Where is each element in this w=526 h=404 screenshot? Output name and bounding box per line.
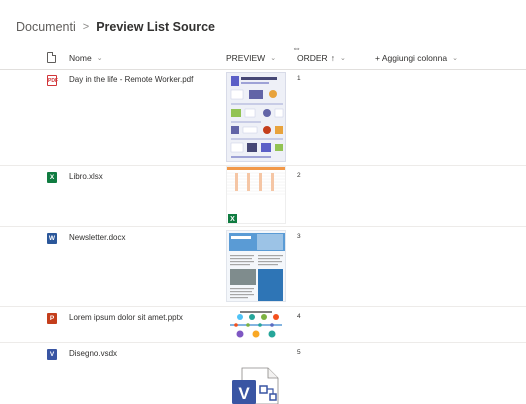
visio-thumbnail-graphic: V: [232, 367, 279, 404]
file-thumbnail: V: [226, 364, 286, 404]
add-column-label: + Aggiungi colonna: [375, 53, 448, 63]
chevron-down-icon: ⌄: [339, 55, 346, 62]
breadcrumb: Documenti > Preview List Source: [16, 20, 215, 34]
chevron-down-icon: ⌄: [96, 55, 103, 62]
breadcrumb-root-link[interactable]: Documenti: [16, 20, 76, 34]
list-column-header: Nome ⌄ PREVIEW ⌄ ⇔ ORDER ↑ ⌄ + Aggiungi …: [0, 43, 526, 70]
file-name[interactable]: Newsletter.docx: [69, 233, 125, 242]
file-thumbnail: [226, 308, 286, 340]
column-header-order-label: ORDER: [297, 53, 328, 63]
excel-icon: X: [47, 172, 57, 183]
powerpoint-icon: P: [47, 313, 57, 324]
column-header-preview[interactable]: PREVIEW ⌄: [226, 53, 276, 63]
visio-icon: V: [47, 349, 57, 360]
sort-ascending-icon: ↑: [330, 53, 335, 63]
list-row[interactable]: PDF Day in the life - Remote Worker.pdf: [0, 70, 526, 166]
spreadsheet-thumbnail-graphic: X: [227, 167, 285, 223]
order-value: 2: [297, 172, 301, 179]
order-value: 1: [297, 75, 301, 82]
column-header-preview-label: PREVIEW: [226, 53, 266, 63]
file-name[interactable]: Lorem ipsum dolor sit amet.pptx: [69, 313, 183, 322]
file-thumbnail: X: [226, 166, 286, 224]
file-type-header-icon[interactable]: [47, 52, 56, 63]
file-name[interactable]: Disegno.vsdx: [69, 349, 117, 358]
file-name[interactable]: Libro.xlsx: [69, 172, 103, 181]
list-row[interactable]: V Disegno.vsdx V 5: [0, 343, 526, 404]
add-column-button[interactable]: + Aggiungi colonna ⌄: [375, 53, 458, 63]
presentation-thumbnail-graphic: [230, 311, 282, 338]
pdf-icon: PDF: [47, 75, 58, 86]
chevron-right-icon: >: [82, 21, 90, 33]
column-header-name[interactable]: Nome ⌄: [69, 53, 103, 63]
file-thumbnail: [226, 72, 286, 162]
svg-text:V: V: [238, 384, 250, 403]
pdf-thumbnail-graphic: [230, 76, 284, 158]
chevron-down-icon: ⌄: [270, 55, 277, 62]
breadcrumb-current: Preview List Source: [96, 20, 215, 34]
column-header-order[interactable]: ORDER ↑ ⌄: [297, 53, 346, 63]
file-thumbnail: [226, 230, 286, 302]
order-value: 3: [297, 233, 301, 240]
list-row[interactable]: P Lorem ipsum dolor sit amet.pptx 4: [0, 307, 526, 343]
svg-text:X: X: [230, 216, 235, 223]
column-header-name-label: Nome: [69, 53, 92, 63]
list-row[interactable]: X Libro.xlsx X 2: [0, 166, 526, 227]
list-row[interactable]: W Newsletter.docx 3: [0, 227, 526, 307]
order-value: 4: [297, 313, 301, 320]
order-value: 5: [297, 349, 301, 356]
file-name[interactable]: Day in the life - Remote Worker.pdf: [69, 75, 193, 84]
word-icon: W: [47, 233, 57, 244]
document-thumbnail-graphic: [229, 233, 285, 301]
chevron-down-icon: ⌄: [452, 55, 458, 62]
column-resize-icon[interactable]: ⇔: [292, 43, 301, 53]
